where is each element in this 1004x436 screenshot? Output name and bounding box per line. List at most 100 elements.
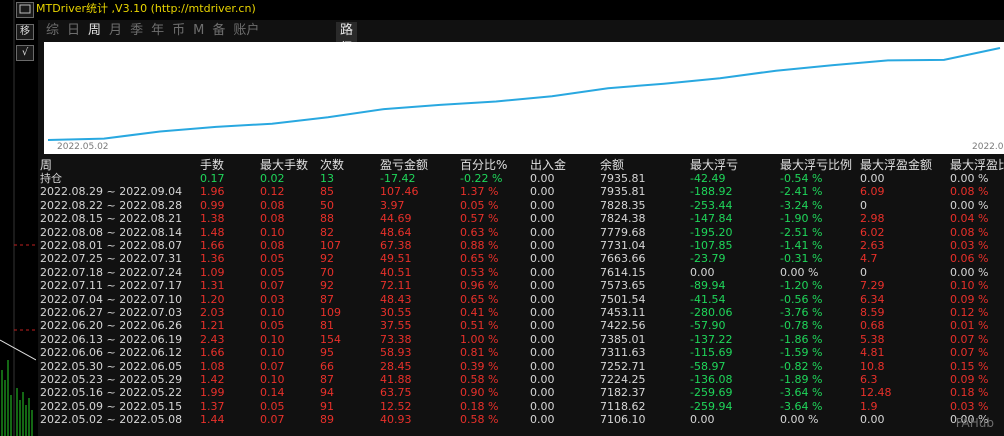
header-pct[interactable]: 百分比% xyxy=(460,158,507,172)
cell-pnl: 72.11 xyxy=(380,279,412,293)
table-row[interactable]: 2022.07.18 ~ 2022.07.24 1.09 0.05 70 40.51 0.… xyxy=(0,266,1004,279)
cell-max-float-profit-pct: 0.08 % xyxy=(950,185,989,199)
cell-max-float-profit: 0 xyxy=(860,265,867,279)
cell-max-drawdown-pct: -3.76 % xyxy=(780,306,823,319)
header-balance[interactable]: 余额 xyxy=(600,158,624,172)
table-row[interactable]: 2022.05.30 ~ 2022.06.05 1.08 0.07 66 28.45 0.… xyxy=(0,360,1004,373)
cell-week: 2022.07.25 ~ 2022.07.31 xyxy=(40,252,183,266)
cell-max-lots: 0.05 xyxy=(260,319,285,333)
tab-week[interactable]: 周 xyxy=(84,22,105,40)
cell-max-float-profit-pct: 0.01 % xyxy=(950,319,989,333)
cell-max-drawdown-pct: -0.54 % xyxy=(780,172,823,185)
cell-pnl: 58.93 xyxy=(380,346,412,360)
cell-pct: 0.41 % xyxy=(460,306,499,319)
cell-max-drawdown-pct: -1.90 % xyxy=(780,212,823,226)
header-count[interactable]: 次数 xyxy=(320,158,344,172)
header-max-float-profit[interactable]: 最大浮盈金额 xyxy=(860,158,932,172)
cell-lots: 1.96 xyxy=(200,185,225,199)
table-row[interactable]: 2022.07.11 ~ 2022.07.17 1.31 0.07 92 72.11 0.… xyxy=(0,279,1004,292)
cell-pnl: 107.46 xyxy=(380,185,419,199)
cell-inout: 0.00 xyxy=(530,225,555,239)
cell-balance: 7422.56 xyxy=(600,319,646,333)
cell-pnl: -17.42 xyxy=(380,172,416,185)
table-row[interactable]: 2022.07.04 ~ 2022.07.10 1.20 0.03 87 48.43 0.… xyxy=(0,293,1004,306)
app-icon[interactable] xyxy=(16,2,34,18)
cell-lots: 1.99 xyxy=(200,386,225,400)
cell-max-float-profit: 4.81 xyxy=(860,346,885,360)
table-row[interactable]: 2022.05.02 ~ 2022.05.08 1.44 0.07 89 40.93 0.… xyxy=(0,413,1004,426)
cell-max-lots: 0.08 xyxy=(260,239,285,252)
tab-overview[interactable]: 综 xyxy=(42,22,63,40)
cell-max-float-profit: 6.34 xyxy=(860,292,885,306)
header-max-float-profit-pct[interactable]: 最大浮盈比 xyxy=(950,158,1004,172)
header-inout[interactable]: 出入金 xyxy=(530,158,566,172)
cell-max-lots: 0.10 xyxy=(260,373,285,386)
move-button[interactable]: 移 xyxy=(16,24,34,40)
cell-max-drawdown-pct: -1.41 % xyxy=(780,239,823,252)
cell-max-float-profit-pct: 0.08 % xyxy=(950,225,989,239)
check-button[interactable]: √ xyxy=(16,45,34,61)
cell-max-lots: 0.10 xyxy=(260,225,285,239)
cell-max-drawdown: -137.22 xyxy=(690,332,733,346)
cell-balance: 7828.35 xyxy=(600,198,646,212)
cell-balance: 7252.71 xyxy=(600,359,646,373)
tab-note[interactable]: 备 xyxy=(208,22,229,40)
tab-account[interactable]: 账户 xyxy=(229,22,263,40)
table-row[interactable]: 2022.06.27 ~ 2022.07.03 2.03 0.10 109 30.55 0… xyxy=(0,306,1004,319)
cell-max-drawdown-pct: -2.41 % xyxy=(780,185,823,199)
cell-week: 2022.08.22 ~ 2022.08.28 xyxy=(40,198,183,212)
cell-balance: 7824.38 xyxy=(600,212,646,226)
header-max-lots[interactable]: 最大手数 xyxy=(260,158,308,172)
header-lots[interactable]: 手数 xyxy=(200,158,224,172)
table-row[interactable]: 2022.08.15 ~ 2022.08.21 1.38 0.08 88 44.69 0.… xyxy=(0,212,1004,225)
table-row[interactable]: 2022.05.16 ~ 2022.05.22 1.99 0.14 94 63.75 0.… xyxy=(0,386,1004,399)
header-week[interactable]: 周 xyxy=(40,158,52,172)
chart-start-date: 2022.05.02 xyxy=(57,142,109,152)
cell-max-drawdown: -89.94 xyxy=(690,279,726,293)
header-max-drawdown[interactable]: 最大浮亏 xyxy=(690,158,738,172)
table-row[interactable]: 2022.06.06 ~ 2022.06.12 1.66 0.10 95 58.93 0.… xyxy=(0,346,1004,359)
table-row[interactable]: 2022.08.08 ~ 2022.08.14 1.48 0.10 82 48.64 0.… xyxy=(0,226,1004,239)
cell-max-drawdown-pct: -1.89 % xyxy=(780,373,823,386)
table-row[interactable]: 2022.08.01 ~ 2022.08.07 1.66 0.08 107 67.38 0… xyxy=(0,239,1004,252)
cell-max-drawdown-pct: -1.86 % xyxy=(780,332,823,346)
cell-max-drawdown: -57.90 xyxy=(690,319,726,333)
cell-week: 2022.06.06 ~ 2022.06.12 xyxy=(40,346,183,360)
tab-month[interactable]: 月 xyxy=(105,22,126,40)
cell-count: 87 xyxy=(320,373,334,386)
tab-year[interactable]: 年 xyxy=(147,22,168,40)
header-max-drawdown-pct[interactable]: 最大浮亏比例 xyxy=(780,158,852,172)
table-row[interactable]: 2022.05.23 ~ 2022.05.29 1.42 0.10 87 41.88 0.… xyxy=(0,373,1004,386)
cell-max-drawdown: -147.84 xyxy=(690,212,733,226)
tab-day[interactable]: 日 xyxy=(63,22,84,40)
tab-magic[interactable]: M xyxy=(189,22,208,40)
cell-inout: 0.00 xyxy=(530,172,555,185)
cell-week: 2022.05.30 ~ 2022.06.05 xyxy=(40,359,183,373)
cell-inout: 0.00 xyxy=(530,292,555,306)
cell-week: 持仓 xyxy=(40,172,62,185)
cell-max-float-profit: 10.8 xyxy=(860,359,885,373)
table-row[interactable]: 2022.05.09 ~ 2022.05.15 1.37 0.05 91 12.52 0.… xyxy=(0,400,1004,413)
cell-pct: 0.65 % xyxy=(460,292,499,306)
cell-count: 89 xyxy=(320,413,334,427)
cell-inout: 0.00 xyxy=(530,359,555,373)
table-row[interactable]: 2022.07.25 ~ 2022.07.31 1.36 0.05 92 49.51 0.… xyxy=(0,252,1004,265)
cell-lots: 1.31 xyxy=(200,279,225,293)
cell-max-float-profit-pct: 0.15 % xyxy=(950,359,989,373)
tab-currency[interactable]: 币 xyxy=(168,22,189,40)
tab-quarter[interactable]: 季 xyxy=(126,22,147,40)
table-row[interactable]: 2022.06.20 ~ 2022.06.26 1.21 0.05 81 37.55 0.… xyxy=(0,319,1004,332)
table-row[interactable]: 2022.06.13 ~ 2022.06.19 2.43 0.10 154 73.38 1… xyxy=(0,333,1004,346)
cell-count: 95 xyxy=(320,346,334,360)
cell-max-float-profit: 2.63 xyxy=(860,239,885,252)
position-row[interactable]: 持仓 0.17 0.02 13 -17.42 -0.22 % 0.00 7935.81 -42.… xyxy=(0,172,1004,185)
cell-max-float-profit-pct: 0.12 % xyxy=(950,306,989,319)
cell-max-float-profit: 6.3 xyxy=(860,373,878,386)
cell-inout: 0.00 xyxy=(530,319,555,333)
cell-max-lots: 0.10 xyxy=(260,306,285,319)
table-row[interactable]: 2022.08.22 ~ 2022.08.28 0.99 0.08 50 3.97 0.0… xyxy=(0,199,1004,212)
header-pnl[interactable]: 盈亏金额 xyxy=(380,158,428,172)
table-row[interactable]: 2022.08.29 ~ 2022.09.04 1.96 0.12 85 107.46 1… xyxy=(0,185,1004,198)
cell-pnl: 40.51 xyxy=(380,265,412,279)
cell-inout: 0.00 xyxy=(530,239,555,252)
